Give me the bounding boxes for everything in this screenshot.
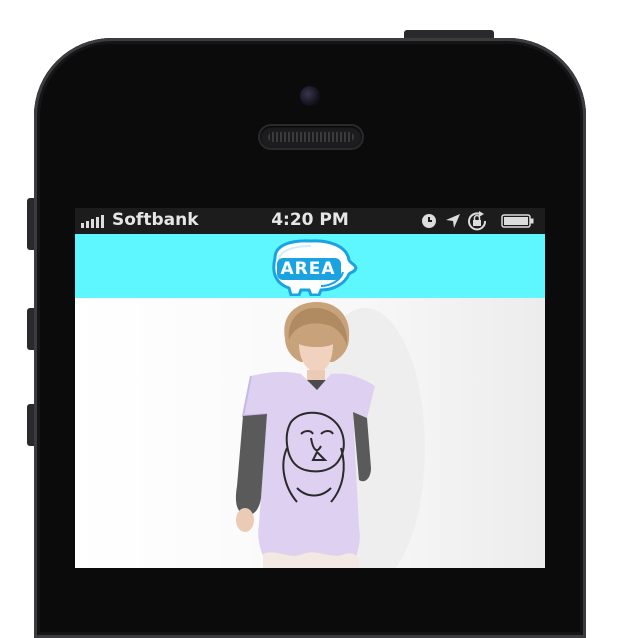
phone-screen: Softbank 4:20 PM AREA: [75, 208, 545, 568]
front-camera: [300, 86, 320, 106]
status-bar: Softbank 4:20 PM: [75, 208, 545, 234]
sleep-button: [404, 30, 494, 38]
rotation-lock-icon: [468, 211, 487, 231]
alarm-clock-icon: [422, 214, 436, 228]
location-arrow-icon: [446, 214, 460, 228]
product-photo[interactable]: [75, 298, 545, 568]
logo-text: AREA: [280, 259, 336, 279]
earpiece-speaker: [260, 126, 362, 148]
app-header: AREA: [75, 234, 545, 298]
area-logo[interactable]: AREA: [265, 238, 359, 301]
battery-icon: [501, 214, 534, 228]
model-photo: [235, 302, 425, 568]
